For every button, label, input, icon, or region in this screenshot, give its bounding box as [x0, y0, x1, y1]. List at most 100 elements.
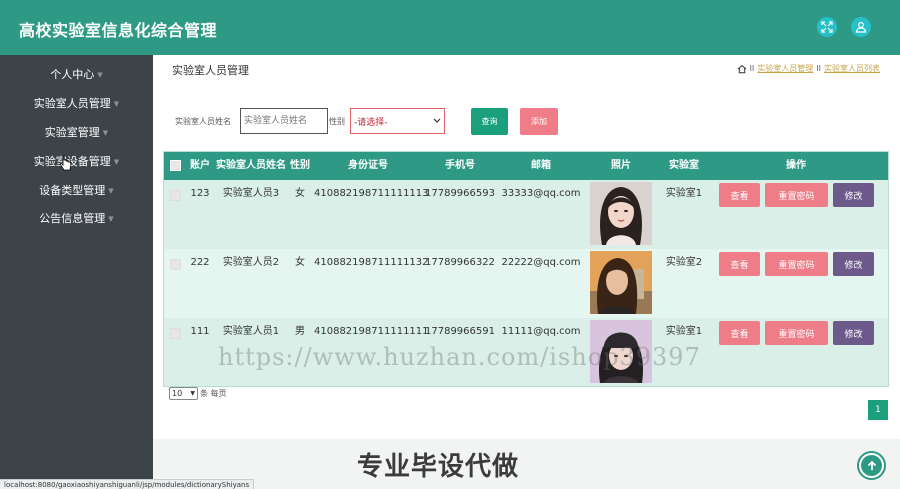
user-icon[interactable]: [851, 17, 871, 37]
sidebar-item-lab[interactable]: 实验室管理 ▼: [0, 122, 153, 144]
cell-email: 11111@qq.com: [501, 326, 581, 337]
sidebar-item-personal-center[interactable]: 个人中心 ▼: [0, 64, 153, 86]
add-button[interactable]: 添加: [520, 108, 558, 135]
sidebar-item-label: 公告信息管理: [39, 212, 106, 225]
staff-photo: [590, 320, 652, 383]
cell-account: 123: [190, 188, 210, 199]
page-size-select[interactable]: 10 ▼: [169, 387, 198, 400]
page-size-suffix: 条 每页: [200, 389, 227, 398]
sidebar: [0, 55, 153, 489]
column-header-account: 账户: [190, 160, 210, 171]
chevron-down-icon: [433, 118, 441, 123]
cell-lab: 实验室1: [665, 188, 703, 199]
cell-id-number: 410882198711111113: [314, 188, 429, 199]
table-row: 222 实验室人员2 女 410882198711111132 17789966…: [164, 249, 888, 318]
sidebar-item-label: 实验室人员管理: [33, 97, 111, 110]
scroll-to-top-button[interactable]: [857, 451, 886, 480]
chevron-down-icon: ▼: [108, 187, 114, 195]
select-all-checkbox[interactable]: [170, 160, 181, 171]
breadcrumb-separator: II: [749, 64, 755, 73]
breadcrumb: II 实验室人员管理 II 实验室人员列表: [737, 63, 880, 74]
cell-email: 22222@qq.com: [501, 257, 581, 268]
cell-gender: 女: [295, 257, 305, 268]
sidebar-item-equipment-type[interactable]: 设备类型管理 ▼: [0, 180, 153, 202]
cell-gender: 女: [295, 188, 305, 199]
table-row: 111 实验室人员1 男 410882198711111111 17789966…: [164, 318, 888, 386]
cell-account: 222: [190, 257, 210, 268]
chevron-down-icon: ▼: [108, 215, 114, 223]
column-header-lab: 实验室: [669, 160, 699, 171]
table-row: 123 实验室人员3 女 410882198711111113 17789966…: [164, 180, 888, 249]
cell-phone: 17789966593: [425, 188, 495, 199]
cell-name: 实验室人员3: [222, 188, 280, 199]
cell-lab: 实验室1: [665, 326, 703, 337]
chevron-down-icon: ▼: [190, 390, 195, 397]
gender-select-value: -请选择-: [354, 117, 388, 128]
name-search-input[interactable]: [240, 108, 328, 134]
cell-phone: 17789966591: [425, 326, 495, 337]
cell-name: 实验室人员2: [222, 257, 280, 268]
name-search-label: 实验室人员姓名: [175, 117, 231, 126]
staff-photo: [590, 182, 652, 245]
breadcrumb-lab-staff-list[interactable]: 实验室人员列表: [824, 63, 880, 74]
sidebar-item-label: 设备类型管理: [39, 184, 106, 197]
footer: [153, 439, 900, 489]
fullscreen-icon[interactable]: [817, 17, 837, 37]
cell-email: 33333@qq.com: [501, 188, 581, 199]
query-button[interactable]: 查询: [471, 108, 508, 135]
row-checkbox[interactable]: [170, 259, 181, 270]
edit-button[interactable]: 修改: [833, 252, 874, 276]
reset-password-button[interactable]: 重置密码: [765, 252, 828, 276]
page-size-control: 10 ▼ 条 每页: [169, 387, 227, 400]
cell-account: 111: [190, 326, 210, 337]
sidebar-item-announcements[interactable]: 公告信息管理 ▼: [0, 208, 153, 230]
cell-id-number: 410882198711111111: [314, 326, 429, 337]
sidebar-item-label: 个人中心: [50, 68, 95, 81]
column-header-email: 邮箱: [531, 160, 551, 171]
edit-button[interactable]: 修改: [833, 321, 874, 345]
staff-photo: [590, 251, 652, 314]
row-checkbox[interactable]: [170, 328, 181, 339]
reset-password-button[interactable]: 重置密码: [765, 321, 828, 345]
sidebar-item-label: 实验室设备管理: [33, 155, 111, 168]
sidebar-item-label: 实验室管理: [44, 126, 100, 139]
status-bar-url: localhost:8080/gaoxiaoshiyanshiguanli/js…: [0, 479, 255, 489]
pointer-cursor-icon: [59, 155, 71, 171]
breadcrumb-separator: II: [816, 64, 821, 73]
home-icon[interactable]: [737, 64, 747, 74]
footer-banner: 专业毕设代做: [357, 452, 520, 482]
view-button[interactable]: 查看: [719, 252, 760, 276]
view-button[interactable]: 查看: [719, 183, 760, 207]
gender-label: 性别: [329, 117, 345, 126]
cell-id-number: 410882198711111132: [314, 257, 429, 268]
arrow-up-icon: [861, 455, 882, 476]
sidebar-item-lab-staff[interactable]: 实验室人员管理 ▼: [0, 93, 153, 115]
page-title: 实验室人员管理: [172, 64, 249, 77]
page-size-value: 10: [172, 389, 183, 398]
column-header-phone: 手机号: [445, 160, 475, 171]
gender-select[interactable]: -请选择-: [350, 108, 445, 134]
cell-name: 实验室人员1: [222, 326, 280, 337]
table-header: 账户 实验室人员姓名 性别 身份证号 手机号 邮箱 照片 实验室 操作: [164, 152, 888, 180]
chevron-down-icon: ▼: [102, 129, 109, 137]
column-header-photo: 照片: [611, 160, 631, 171]
cell-gender: 男: [295, 326, 305, 337]
reset-password-button[interactable]: 重置密码: [765, 183, 828, 207]
column-header-id-number: 身份证号: [348, 160, 388, 171]
chevron-down-icon: ▼: [113, 100, 120, 108]
chevron-down-icon: ▼: [97, 71, 103, 79]
column-header-name: 实验室人员姓名: [216, 160, 286, 171]
chevron-down-icon: ▼: [113, 158, 120, 166]
cell-phone: 17789966322: [425, 257, 495, 268]
row-checkbox[interactable]: [170, 190, 181, 201]
column-header-gender: 性别: [290, 160, 310, 171]
edit-button[interactable]: 修改: [833, 183, 874, 207]
column-header-actions: 操作: [786, 160, 806, 171]
app-title: 高校实验室信息化综合管理: [19, 21, 218, 40]
page-number-button[interactable]: 1: [868, 400, 888, 420]
breadcrumb-lab-staff[interactable]: 实验室人员管理: [757, 63, 813, 74]
cell-lab: 实验室2: [665, 257, 703, 268]
sidebar-item-lab-equipment[interactable]: 实验室设备管理 ▼: [0, 151, 153, 173]
view-button[interactable]: 查看: [719, 321, 760, 345]
staff-table: 账户 实验室人员姓名 性别 身份证号 手机号 邮箱 照片 实验室 操作 123 …: [163, 151, 889, 387]
